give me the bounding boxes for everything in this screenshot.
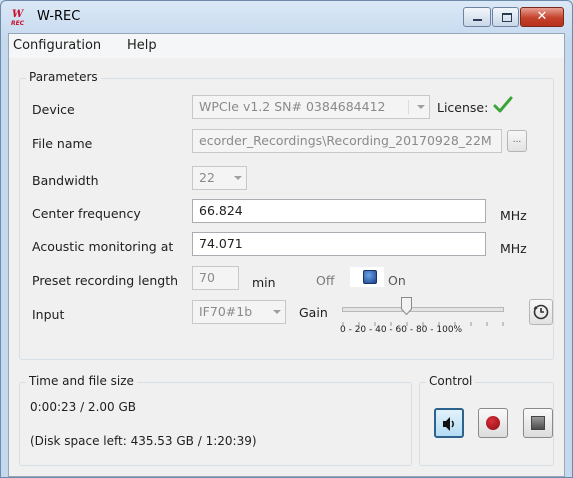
parameters-legend: Parameters [26,70,101,84]
control-group: Control [419,374,554,466]
control-legend: Control [426,374,476,388]
elapsed-time-size: 0:00:23 / 2.00 GB [30,400,136,414]
recording-length-toggle[interactable] [350,267,384,287]
chevron-down-icon [417,105,425,109]
parameters-group: Parameters Device WPCIe v1.2 SN# 0384684… [19,70,554,360]
refresh-icon [532,303,550,324]
input-select[interactable]: IF70#1b [192,300,286,324]
toggle-off-label: Off [316,273,335,288]
bandwidth-label: Bandwidth [32,173,99,188]
monitor-audio-button[interactable] [434,408,464,438]
center-frequency-input[interactable]: 66.824 [192,199,486,223]
gain-slider-ticks [342,315,504,326]
gain-slider[interactable] [338,297,508,326]
close-icon: ✕ [536,9,548,24]
chevron-down-icon [273,310,281,314]
gain-slider-thumb[interactable] [401,297,413,316]
preset-length-unit: min [252,275,276,290]
maximize-icon [493,8,518,26]
minimize-icon [464,8,490,26]
center-frequency-label: Center frequency [32,206,141,221]
license-label: License: [437,100,489,115]
device-value: WPCIe v1.2 SN# 0384684412 [199,99,386,114]
device-label: Device [32,102,75,117]
bandwidth-value: 22 [199,170,215,185]
speaker-icon [441,416,459,435]
time-and-size-group: Time and file size 0:00:23 / 2.00 GB (Di… [19,374,412,466]
app-logo-icon: W REC [11,8,29,27]
chevron-down-icon [234,176,242,180]
toggle-knob [363,270,377,284]
maximize-button[interactable] [492,7,519,27]
svg-text:W: W [12,9,25,20]
svg-text:REC: REC [11,20,25,26]
title-bar[interactable]: W REC W-REC ✕ [1,1,572,32]
gain-slider-track [342,307,504,312]
record-button[interactable] [478,408,508,438]
record-icon [486,416,500,430]
gain-label: Gain [299,305,328,320]
acoustic-monitoring-label: Acoustic monitoring at [32,239,174,254]
license-check-icon [492,95,514,118]
preset-length-input[interactable]: 70 [192,266,239,290]
device-select[interactable]: WPCIe v1.2 SN# 0384684412 [192,95,430,119]
preset-length-label: Preset recording length [32,273,179,288]
app-window: W REC W-REC ✕ Configuration Help Paramet… [0,0,573,478]
menu-bar: Configuration Help [9,34,564,58]
acoustic-monitoring-unit: MHz [500,241,527,256]
reset-button[interactable] [529,299,553,325]
stop-icon [531,416,545,430]
input-value: IF70#1b [199,304,253,319]
browse-button[interactable]: ... [507,130,527,152]
client-area: Configuration Help Parameters Device WPC… [8,33,565,477]
menu-configuration[interactable]: Configuration [13,38,101,53]
gain-scale-label: 0 - 20 - 40 - 60 - 80 - 100% [340,325,463,335]
filename-label: File name [32,136,93,151]
filename-field[interactable]: ecorder_Recordings\Recording_20170928_22… [192,129,502,153]
menu-help[interactable]: Help [127,38,157,53]
toggle-on-label: On [388,273,406,288]
close-button[interactable]: ✕ [520,7,564,27]
time-and-size-legend: Time and file size [26,374,137,388]
input-label: Input [32,307,65,322]
acoustic-monitoring-input[interactable]: 74.071 [192,232,486,256]
minimize-button[interactable] [463,7,491,27]
stop-button[interactable] [523,408,553,438]
center-frequency-unit: MHz [500,208,527,223]
disk-space-left: (Disk space left: 435.53 GB / 1:20:39) [30,434,257,448]
bandwidth-select[interactable]: 22 [192,166,247,190]
window-title: W-REC [37,9,81,24]
